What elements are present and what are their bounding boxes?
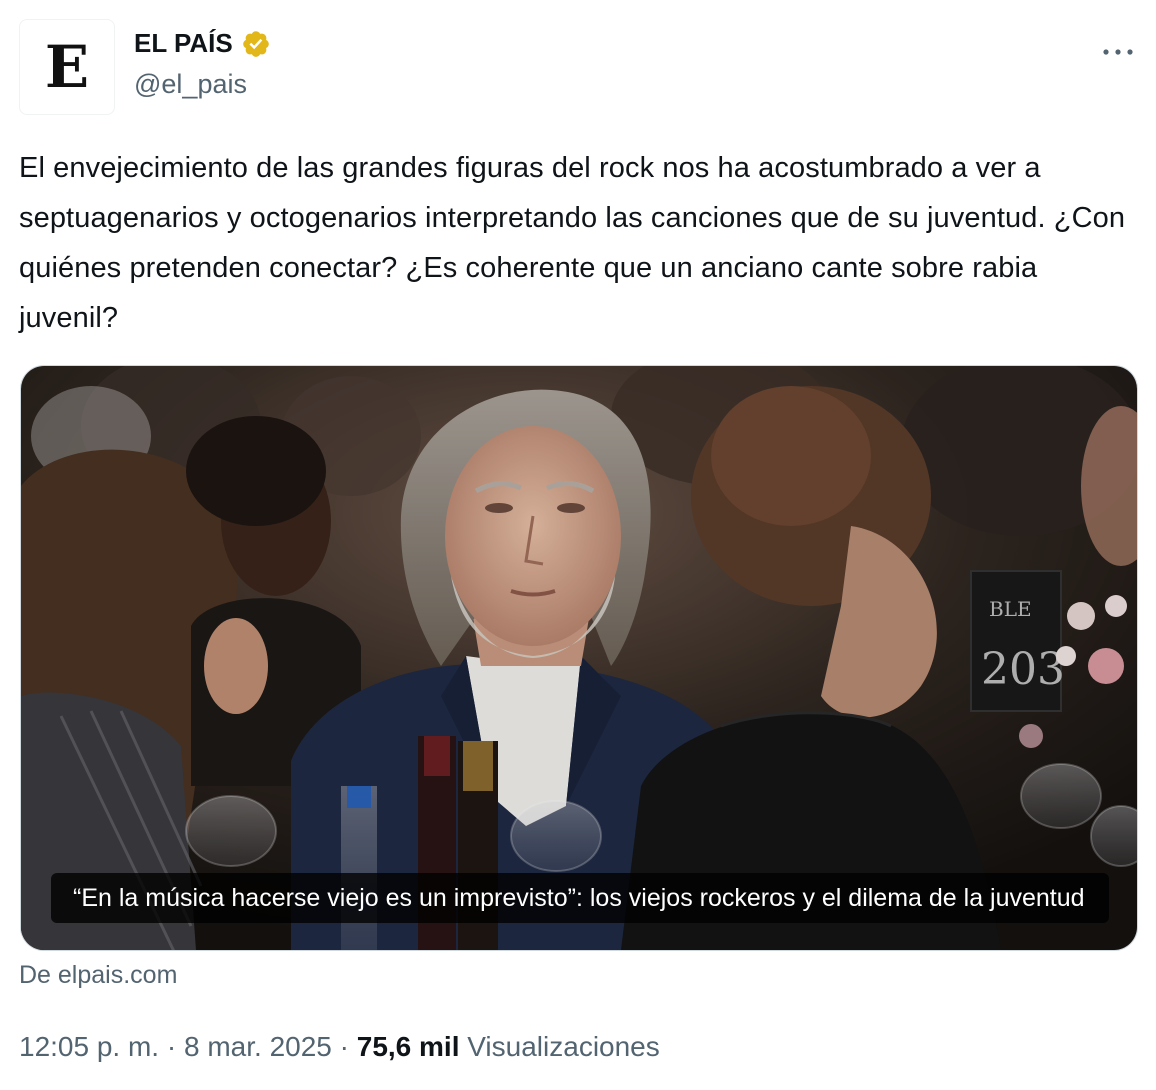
link-card[interactable]: BLE 203 “En la música hacerse viejo es u…	[20, 365, 1138, 951]
display-name[interactable]: EL PAÍS	[134, 28, 233, 59]
views-label: Visualizaciones	[467, 1031, 660, 1062]
verified-badge-icon	[242, 30, 269, 57]
avatar-logo: E	[44, 33, 90, 101]
meta-separator: ·	[339, 1031, 349, 1062]
avatar[interactable]: E	[19, 19, 115, 115]
meta-separator: ·	[166, 1031, 177, 1062]
more-button[interactable]	[1096, 34, 1140, 70]
views-count[interactable]: 75,6 mil	[357, 1031, 460, 1062]
tweet-time[interactable]: 12:05 p. m.	[19, 1031, 159, 1062]
tweet-date[interactable]: 8 mar. 2025	[184, 1031, 332, 1062]
more-dots-icon	[1103, 49, 1133, 55]
tweet-meta: 12:05 p. m. · 8 mar. 2025 · 75,6 mil Vis…	[19, 1031, 660, 1063]
card-title: “En la música hacerse viejo es un imprev…	[51, 873, 1109, 923]
card-photo: BLE 203	[21, 366, 1137, 950]
card-source[interactable]: De elpais.com	[19, 961, 177, 990]
author-handle[interactable]: @el_pais	[134, 69, 247, 100]
author-name-row: EL PAÍS	[134, 28, 271, 59]
tweet-text: El envejecimiento de las grandes figuras…	[19, 152, 1126, 334]
